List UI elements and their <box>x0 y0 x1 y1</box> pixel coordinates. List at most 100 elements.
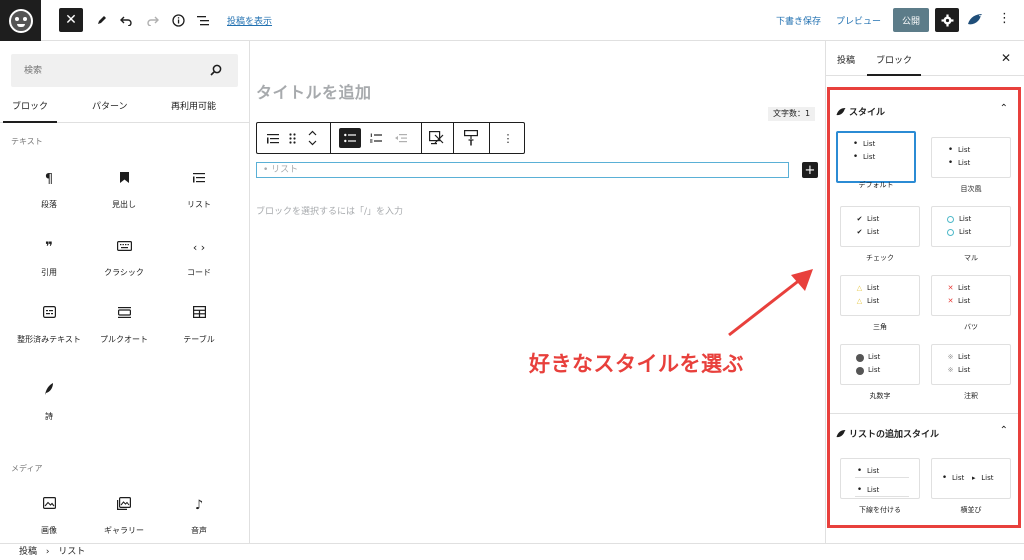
ordered-list-button[interactable] <box>365 128 387 148</box>
block-type-switcher[interactable] <box>262 128 284 148</box>
tab-blocks[interactable]: ブロック <box>2 99 58 123</box>
close-inserter-button[interactable]: ✕ <box>59 8 83 32</box>
chevron-up-icon[interactable]: ⌃ <box>1000 103 1008 114</box>
chevron-up-icon[interactable]: ⌃ <box>1000 425 1008 436</box>
style-preview-icon <box>429 131 444 145</box>
check-icon: ✔ <box>856 228 863 236</box>
settings-sidebar: 投稿 ブロック ✕ スタイル ⌃ • List • List デフォルト • List… <box>825 41 1024 543</box>
style-option-note[interactable]: ※ List ※ List 注釈 <box>931 344 1011 401</box>
move-up-down-button[interactable] <box>305 128 319 148</box>
block-heading[interactable]: 見出し <box>86 171 162 211</box>
block-label: テーブル <box>183 335 215 344</box>
bird-logo-icon <box>836 430 846 438</box>
tab-reusable[interactable]: 再利用可能 <box>171 99 216 112</box>
style-preview: ※ List ※ List <box>931 344 1011 385</box>
list-item-text: List <box>981 474 994 482</box>
style-preview: List List <box>840 344 920 385</box>
style-option-circled-number[interactable]: List List 丸数字 <box>840 344 920 401</box>
list-item-text: List <box>868 353 881 361</box>
block-style-button[interactable] <box>426 128 448 148</box>
add-block-button[interactable]: + <box>802 162 818 178</box>
list-item-text: List <box>959 215 972 223</box>
block-options-button[interactable]: ⋮ <box>497 128 519 148</box>
style-panel-header[interactable]: スタイル <box>836 105 885 118</box>
bird-logo-icon[interactable] <box>967 12 984 26</box>
bullet-marker: • <box>852 139 859 149</box>
details-button[interactable] <box>170 8 186 32</box>
style-option-toc[interactable]: • List • List 目次風 <box>931 137 1011 194</box>
redo-button[interactable] <box>144 8 160 32</box>
breadcrumb: 投稿 › リスト <box>0 543 1024 560</box>
plus-icon: + <box>804 162 816 178</box>
block-audio[interactable]: ♪ 音声 <box>161 497 237 537</box>
style-option-cross[interactable]: ✕ List ✕ List バツ <box>931 275 1011 332</box>
list-view-button[interactable] <box>195 8 211 32</box>
close-sidebar-icon[interactable]: ✕ <box>1001 51 1011 65</box>
site-logo[interactable] <box>0 0 41 41</box>
chevron-up-down-icon <box>308 130 316 146</box>
list-item-text: List <box>867 215 880 223</box>
undo-button[interactable] <box>118 8 134 32</box>
block-label: プルクオート <box>100 335 148 344</box>
save-draft-button[interactable]: 下書き保存 <box>776 14 821 27</box>
undo-icon <box>119 16 132 26</box>
block-list[interactable]: リスト <box>161 171 237 211</box>
block-verse[interactable]: 詩 <box>11 383 87 423</box>
style-label: 下線を付ける <box>859 506 901 514</box>
style-label: 三角 <box>873 323 887 331</box>
block-inserter-panel: ブロック パターン 再利用可能 テキスト ¶ 段落 見出し リスト ❞ 引用 ク… <box>0 41 250 543</box>
kebab-menu-icon[interactable]: ⋮ <box>998 11 1011 26</box>
style-option-triangle[interactable]: △ List △ List 三角 <box>840 275 920 332</box>
block-image[interactable]: 画像 <box>11 497 87 537</box>
style-option-check[interactable]: ✔ List ✔ List チェック <box>840 206 920 263</box>
block-preformatted[interactable]: 整形済みテキスト <box>11 306 87 346</box>
face-logo-icon <box>8 8 33 33</box>
block-label: コード <box>187 268 211 277</box>
bullet-marker: • <box>856 465 863 476</box>
block-paragraph[interactable]: ¶ 段落 <box>11 171 87 211</box>
triangle-icon: △ <box>856 284 863 292</box>
block-search-input[interactable] <box>11 54 211 87</box>
view-post-link[interactable]: 投稿を表示 <box>227 14 272 27</box>
drag-handle[interactable] <box>285 128 299 148</box>
block-label: ギャラリー <box>104 526 144 535</box>
list-item-text: List <box>863 153 876 161</box>
tab-patterns[interactable]: パターン <box>92 99 128 112</box>
list-item-text: List <box>958 366 971 374</box>
block-quote[interactable]: ❞ 引用 <box>11 239 87 279</box>
style-label: 丸数字 <box>869 392 891 400</box>
tab-block[interactable]: ブロック <box>866 53 922 76</box>
unordered-list-button[interactable] <box>339 128 361 148</box>
style-option-circle[interactable]: List List マル <box>931 206 1011 263</box>
block-code[interactable]: ‹ › コード <box>161 239 237 279</box>
list-item-text: List <box>868 366 881 374</box>
breadcrumb-root[interactable]: 投稿 <box>19 547 37 557</box>
style-option-horizontal[interactable]: • List ▸ List 横並び <box>931 458 1011 515</box>
list-item-text: List <box>952 474 965 482</box>
annotation-arrow-icon <box>728 269 813 337</box>
settings-button[interactable] <box>935 8 959 32</box>
publish-button[interactable]: 公開 <box>893 8 929 32</box>
gallery-icon <box>86 497 162 515</box>
block-label: 見出し <box>112 200 136 209</box>
block-gallery[interactable]: ギャラリー <box>86 497 162 537</box>
extra-style-panel-header[interactable]: リストの追加スタイル <box>836 427 939 440</box>
bookmark-icon <box>86 171 162 189</box>
outdent-button[interactable] <box>390 128 412 148</box>
style-option-underline[interactable]: • List • List 下線を付ける <box>840 458 920 515</box>
block-table[interactable]: テーブル <box>161 306 237 346</box>
tools-button[interactable] <box>94 8 110 32</box>
block-label: クラシック <box>104 268 144 277</box>
image-icon <box>11 497 87 515</box>
style-panel-title: スタイル <box>849 108 886 118</box>
post-title-input[interactable]: タイトルを追加 <box>256 79 372 103</box>
preview-button[interactable]: プレビュー <box>836 14 881 27</box>
text-settings-button[interactable] <box>460 128 482 148</box>
list-block-input[interactable]: • リスト <box>256 162 789 178</box>
empty-block-placeholder[interactable]: ブロックを選択するには「/」を入力 <box>256 204 403 217</box>
tab-post[interactable]: 投稿 <box>837 53 855 66</box>
paint-roller-icon <box>464 130 478 146</box>
block-classic[interactable]: クラシック <box>86 239 162 279</box>
style-option-default[interactable]: • List • List デフォルト <box>836 131 916 189</box>
block-pullquote[interactable]: プルクオート <box>86 306 162 346</box>
